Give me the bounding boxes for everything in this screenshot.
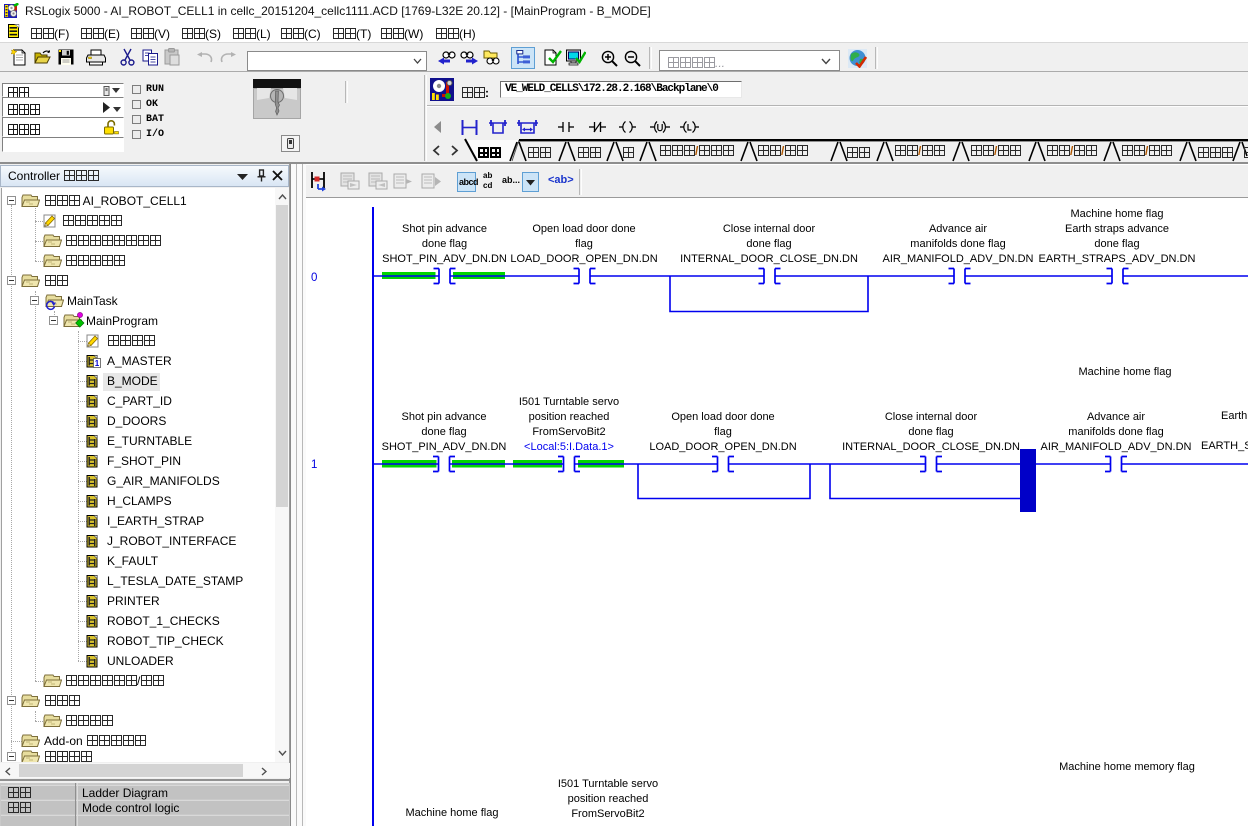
svg-text:1: 1 (95, 359, 100, 368)
